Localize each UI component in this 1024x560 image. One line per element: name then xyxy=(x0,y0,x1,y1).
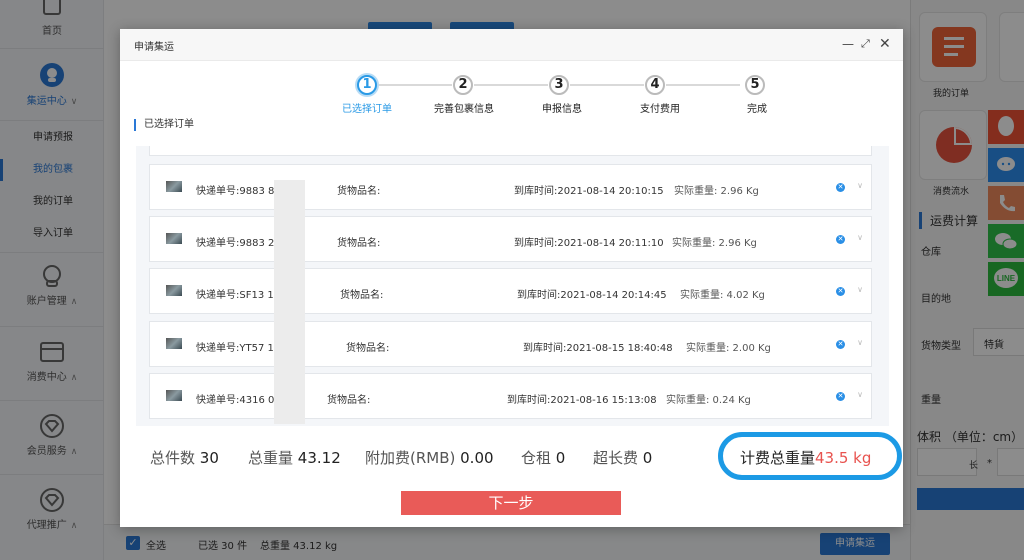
progress-stepper: 1 2 3 4 5 已选择订单 完善包裹信息 申报信息 支付费用 完成 xyxy=(120,73,903,117)
next-step-button[interactable]: 下一步 xyxy=(401,491,621,515)
oversize-fee-value: 0 xyxy=(642,449,653,467)
chevron-down-icon[interactable]: ∨ xyxy=(857,181,863,190)
remove-icon[interactable]: ✕ xyxy=(836,392,845,401)
step-connector xyxy=(570,84,644,86)
package-thumbnail xyxy=(166,338,182,349)
billed-weight: 计费总重量43.5 kg xyxy=(740,447,871,468)
remove-icon[interactable]: ✕ xyxy=(836,235,845,244)
chevron-down-icon[interactable]: ∨ xyxy=(857,285,863,294)
storage-fee-value: 0 xyxy=(555,449,566,467)
actual-weight: 实际重量: 2.96 Kg xyxy=(672,238,757,249)
step-4-circle: 4 xyxy=(645,75,665,95)
redaction-block xyxy=(274,180,305,424)
total-weight: 总重量 43.12 xyxy=(248,447,341,468)
step-1-label: 已选择订单 xyxy=(342,104,392,115)
step-3-label: 申报信息 xyxy=(542,104,582,115)
total-weight-value: 43.12 xyxy=(297,449,341,467)
step-1-circle: 1 xyxy=(357,75,377,95)
arrival-time: 到库时间:2021-08-16 15:13:08 xyxy=(507,395,657,406)
oversize-fee-label: 超长费 xyxy=(593,449,639,467)
surcharge-label: 附加费(RMB) xyxy=(365,449,456,467)
step-2-label: 完善包裹信息 xyxy=(434,104,494,115)
storage-fee: 仓租 0 xyxy=(521,447,565,468)
list-item[interactable]: 快递单号:YT57 192092 货物品名: 到库时间:2021-08-15 1… xyxy=(149,321,872,367)
arrival-time: 到库时间:2021-08-14 20:10:15 xyxy=(514,186,664,197)
goods-name: 货物品名: xyxy=(337,186,381,197)
surcharge-value: 0.00 xyxy=(460,449,494,467)
total-count-value: 30 xyxy=(199,449,219,467)
package-thumbnail xyxy=(166,285,182,296)
actual-weight: 实际重量: 4.02 Kg xyxy=(680,290,765,301)
storage-fee-label: 仓租 xyxy=(521,449,552,467)
step-connector xyxy=(666,84,740,86)
step-2-circle: 2 xyxy=(453,75,473,95)
remove-icon[interactable]: ✕ xyxy=(836,287,845,296)
list-item[interactable]: 快递单号:4316 048 货物品名: 到库时间:2021-08-16 15:1… xyxy=(149,373,872,419)
actual-weight: 实际重量: 0.24 Kg xyxy=(666,395,751,406)
billed-weight-value: 43.5 kg xyxy=(815,449,872,467)
goods-name: 货物品名: xyxy=(346,343,390,354)
chevron-down-icon[interactable]: ∨ xyxy=(857,390,863,399)
total-count: 总件数 30 xyxy=(150,447,219,468)
remove-icon[interactable]: ✕ xyxy=(836,183,845,192)
total-count-label: 总件数 xyxy=(150,449,196,467)
package-thumbnail xyxy=(166,181,182,192)
arrival-time: 到库时间:2021-08-14 20:14:45 xyxy=(517,290,667,301)
billed-weight-label: 计费总重量 xyxy=(740,449,816,467)
list-item xyxy=(149,146,872,156)
arrival-time: 到库时间:2021-08-15 18:40:48 xyxy=(523,343,673,354)
goods-name: 货物品名: xyxy=(340,290,384,301)
step-4-label: 支付费用 xyxy=(640,104,680,115)
step-connector xyxy=(474,84,548,86)
actual-weight: 实际重量: 2.96 Kg xyxy=(674,186,759,197)
list-item[interactable]: 快递单号:9883 20068 货物品名: 到库时间:2021-08-14 20… xyxy=(149,216,872,262)
apply-consolidation-modal: 申请集运 — ⤢ ✕ 1 2 3 4 5 已选择订单 完善包裹信息 申报信息 支… xyxy=(120,29,903,527)
close-icon[interactable]: ✕ xyxy=(879,37,891,51)
actual-weight: 实际重量: 2.00 Kg xyxy=(686,343,771,354)
arrival-time: 到库时间:2021-08-14 20:11:10 xyxy=(514,238,664,249)
total-weight-label: 总重量 xyxy=(248,449,294,467)
surcharge: 附加费(RMB) 0.00 xyxy=(365,447,494,468)
maximize-icon[interactable]: ⤢ xyxy=(861,37,870,51)
oversize-fee: 超长费 0 xyxy=(593,447,652,468)
package-thumbnail xyxy=(166,390,182,401)
package-thumbnail xyxy=(166,233,182,244)
modal-title: 申请集运 xyxy=(134,42,174,53)
list-item[interactable]: 快递单号:9883 80234 货物品名: 到库时间:2021-08-14 20… xyxy=(149,164,872,210)
modal-header: 申请集运 — ⤢ ✕ xyxy=(120,29,903,61)
goods-name: 货物品名: xyxy=(337,238,381,249)
chevron-down-icon[interactable]: ∨ xyxy=(857,338,863,347)
remove-icon[interactable]: ✕ xyxy=(836,340,845,349)
step-5-label: 完成 xyxy=(747,104,767,115)
section-title: 已选择订单 xyxy=(134,119,194,131)
goods-name: 货物品名: xyxy=(327,395,371,406)
step-connector xyxy=(378,84,452,86)
selected-orders-list[interactable]: 快递单号:9883 80234 货物品名: 到库时间:2021-08-14 20… xyxy=(136,146,889,426)
step-3-circle: 3 xyxy=(549,75,569,95)
list-item[interactable]: 快递单号:SF13 122191 货物品名: 到库时间:2021-08-14 2… xyxy=(149,268,872,314)
step-5-circle: 5 xyxy=(745,75,765,95)
chevron-down-icon[interactable]: ∨ xyxy=(857,233,863,242)
minimize-icon[interactable]: — xyxy=(842,37,854,51)
